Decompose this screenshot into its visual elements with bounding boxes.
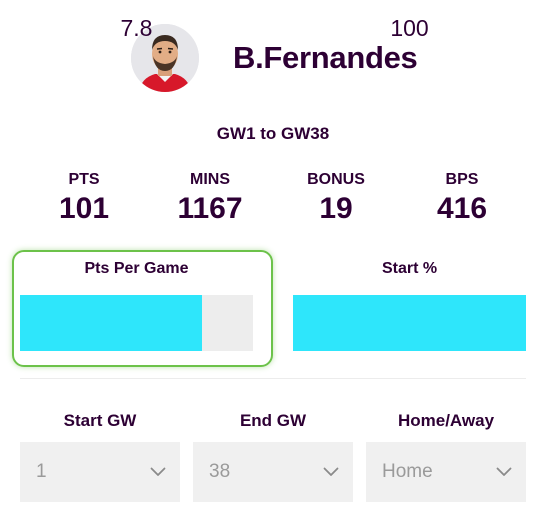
end-gw-select[interactable]: 38 <box>193 442 353 502</box>
chevron-down-icon <box>496 467 512 476</box>
stat-value: 416 <box>436 192 488 225</box>
end-gw-value: 38 <box>209 461 231 482</box>
home-away-select[interactable]: Home <box>366 442 526 502</box>
pts-per-game-bar-fill <box>20 295 202 351</box>
stat-label: PTS <box>68 171 100 188</box>
stat-value: 1167 <box>177 192 243 225</box>
start-gw-label: Start GW <box>63 411 137 430</box>
pts-per-game-label: Pts Per Game <box>84 260 189 277</box>
home-away-label: Home/Away <box>397 411 495 430</box>
chevron-down-icon <box>323 467 339 476</box>
stat-label: BPS <box>445 171 479 188</box>
start-pct-bar-fill <box>293 295 526 351</box>
stat-bps: BPS 416 <box>402 170 522 227</box>
stat-value: 101 <box>58 192 110 225</box>
start-pct-label: Start % <box>381 260 438 277</box>
stat-value: 19 <box>319 192 353 225</box>
player-stats-card: B.Fernandes GW1 to GW38 PTS 101 MINS 116… <box>0 0 546 515</box>
gameweek-range: GW1 to GW38 <box>216 124 330 143</box>
stat-label: BONUS <box>307 171 365 188</box>
divider <box>20 378 526 379</box>
stat-label: MINS <box>190 171 230 188</box>
start-pct-value: 100 <box>390 15 429 41</box>
home-away-value: Home <box>382 461 433 482</box>
end-gw-label: End GW <box>239 411 307 430</box>
pts-per-game-value: 7.8 <box>120 15 153 41</box>
start-gw-value: 1 <box>36 461 47 482</box>
chevron-down-icon <box>150 467 166 476</box>
stat-pts: PTS 101 <box>24 170 144 227</box>
start-gw-select[interactable]: 1 <box>20 442 180 502</box>
stat-mins: MINS 1167 <box>150 170 270 227</box>
stat-bonus: BONUS 19 <box>276 170 396 227</box>
pts-per-game-bar <box>20 295 253 351</box>
start-pct-bar <box>293 295 526 351</box>
stats-row: PTS 101 MINS 1167 BONUS 19 BPS 416 <box>0 170 546 234</box>
